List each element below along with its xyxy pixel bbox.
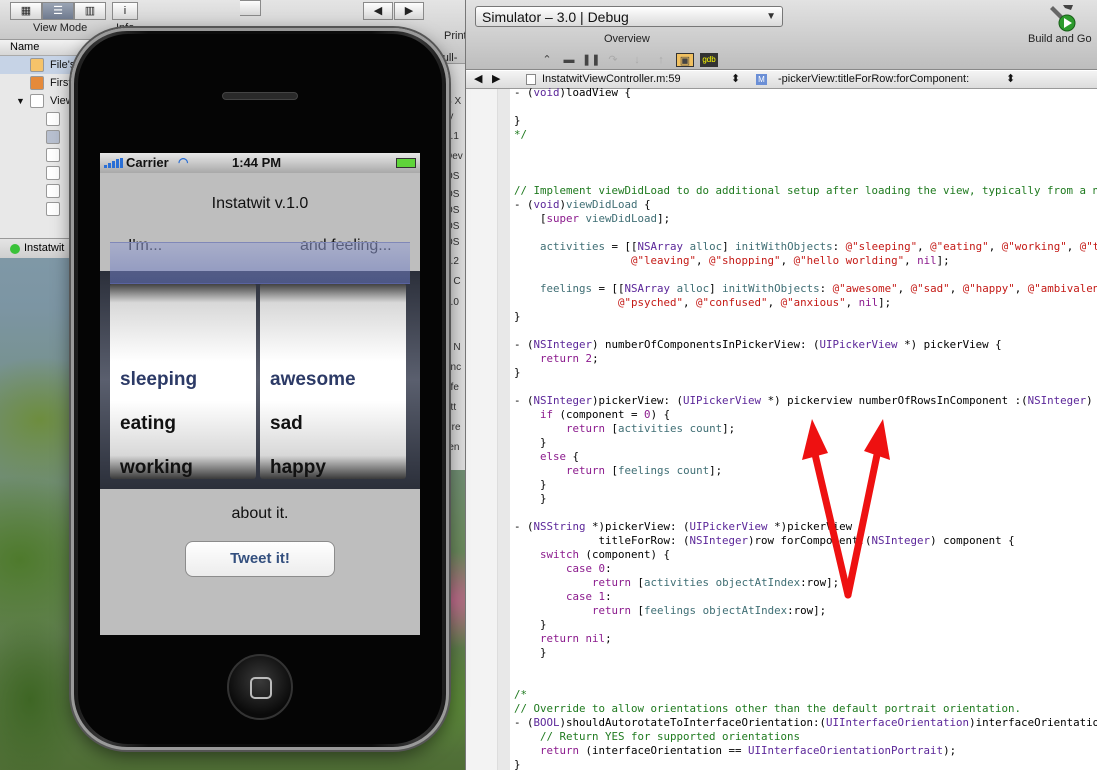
- status-dot-icon: [10, 244, 20, 254]
- editor-gutter[interactable]: [466, 89, 498, 770]
- cube-icon: [30, 76, 44, 90]
- signal-bars-icon: [104, 158, 123, 168]
- tweet-button[interactable]: Tweet it!: [185, 541, 335, 577]
- method-icon: M: [756, 74, 767, 85]
- picker-wheel-feeling[interactable]: awesome sad happy: [260, 283, 406, 479]
- cube-icon: [30, 58, 44, 72]
- app-title: Instatwit v.1.0: [211, 195, 309, 212]
- code-line[interactable]: return (interfaceOrientation == UIInterf…: [514, 744, 1097, 758]
- gdb-icon[interactable]: gdb: [700, 53, 718, 67]
- iphone-screen: Carrier ◠ 1:44 PM Instatwit v.1.0 I'm...…: [100, 153, 420, 635]
- activity-feeling-picker[interactable]: sleeping eating working awesome sad happy: [100, 271, 420, 489]
- code-line[interactable]: [514, 142, 1097, 156]
- code-line[interactable]: [514, 674, 1097, 688]
- code-line[interactable]: - (NSInteger)pickerView: (UIPickerView *…: [514, 394, 1097, 408]
- speaker-grille: [222, 92, 298, 100]
- picker-item[interactable]: working: [120, 457, 193, 479]
- code-line[interactable]: [514, 660, 1097, 674]
- info-button[interactable]: i: [112, 2, 138, 20]
- code-line[interactable]: [super viewDidLoad];: [514, 212, 1097, 226]
- view-mode-icons-button[interactable]: ▦: [10, 2, 42, 20]
- picker-item[interactable]: eating: [120, 413, 176, 435]
- code-line[interactable]: @"leaving", @"shopping", @"hello worldin…: [514, 254, 1097, 268]
- red-arrows-annotation: [802, 419, 890, 599]
- code-line[interactable]: }: [514, 758, 1097, 770]
- code-line[interactable]: [514, 226, 1097, 240]
- back-arrow-icon[interactable]: ◀: [474, 71, 482, 88]
- wifi-icon: ◠: [178, 155, 189, 169]
- code-line[interactable]: - (void)loadView {: [514, 86, 1097, 100]
- code-line[interactable]: [514, 268, 1097, 282]
- view-icon: [30, 94, 44, 108]
- code-line[interactable]: }: [514, 618, 1097, 632]
- subview-icon: [46, 148, 60, 162]
- picker-item[interactable]: happy: [270, 457, 326, 479]
- code-line[interactable]: // Return YES for supported orientations: [514, 730, 1097, 744]
- build-and-go-icon[interactable]: [1045, 2, 1079, 32]
- forward-arrow-icon[interactable]: ▶: [492, 71, 500, 88]
- feeling-label: and feeling...: [300, 237, 392, 254]
- step-out-icon[interactable]: ↑: [652, 53, 670, 67]
- clock: 1:44 PM: [232, 155, 282, 170]
- im-label: I'm...: [128, 237, 163, 254]
- back-button[interactable]: ◀: [363, 2, 393, 20]
- code-line[interactable]: return [feelings objectAtIndex:row];: [514, 604, 1097, 618]
- code-line[interactable]: [514, 380, 1097, 394]
- code-line[interactable]: /*: [514, 688, 1097, 702]
- code-line[interactable]: feelings = [[NSArray alloc] initWithObje…: [514, 282, 1097, 296]
- forward-button[interactable]: ▶: [394, 2, 424, 20]
- step-over-icon[interactable]: ↷: [604, 53, 622, 67]
- code-line[interactable]: // Implement viewDidLoad to do additiona…: [514, 184, 1097, 198]
- code-line[interactable]: return nil;: [514, 632, 1097, 646]
- build-and-go-label[interactable]: Build and Go: [1028, 33, 1092, 45]
- code-line[interactable]: }: [514, 366, 1097, 380]
- code-line[interactable]: @"psyched", @"confused", @"anxious", nil…: [514, 296, 1097, 310]
- code-line[interactable]: [514, 100, 1097, 114]
- code-line[interactable]: [514, 324, 1097, 338]
- pause-icon[interactable]: ❚❚: [582, 53, 600, 67]
- home-square-icon: [250, 677, 272, 699]
- picker-item[interactable]: sad: [270, 413, 303, 435]
- code-line[interactable]: return 2;: [514, 352, 1097, 366]
- code-line[interactable]: */: [514, 128, 1097, 142]
- code-line[interactable]: activities = [[NSArray alloc] initWithOb…: [514, 240, 1097, 254]
- subview-icon: [46, 166, 60, 180]
- code-line[interactable]: }: [514, 114, 1097, 128]
- overview-label: Overview: [604, 33, 650, 45]
- code-folding-ribbon[interactable]: [498, 89, 510, 770]
- code-line[interactable]: }: [514, 310, 1097, 324]
- subview-icon: [46, 112, 60, 126]
- breakpoints-icon[interactable]: ▬: [560, 53, 578, 67]
- subview-icon: [46, 130, 60, 144]
- picker-item[interactable]: sleeping: [120, 369, 197, 391]
- code-line[interactable]: }: [514, 646, 1097, 660]
- subview-icon: [46, 202, 60, 216]
- code-line[interactable]: [514, 156, 1097, 170]
- status-bar: Carrier ◠ 1:44 PM: [100, 153, 420, 173]
- carrier-label: Carrier: [126, 155, 169, 170]
- code-line[interactable]: [514, 170, 1097, 184]
- about-label: about it.: [231, 505, 289, 522]
- chevron-icon[interactable]: ⌃: [538, 53, 556, 67]
- picker-wheel-activity[interactable]: sleeping eating working: [110, 283, 256, 479]
- console-icon[interactable]: ▣: [676, 53, 694, 67]
- subview-icon: [46, 184, 60, 198]
- view-mode-columns-button[interactable]: ▥: [74, 2, 106, 20]
- chevron-down-icon: ▼: [766, 11, 776, 22]
- code-line[interactable]: // Override to allow orientations other …: [514, 702, 1097, 716]
- step-into-icon[interactable]: ↓: [628, 53, 646, 67]
- file-icon: [526, 74, 536, 85]
- home-button[interactable]: [227, 654, 293, 720]
- disclosure-triangle-icon[interactable]: ▼: [16, 92, 25, 110]
- active-sdk-select[interactable]: Simulator – 3.0 | Debug ▼: [475, 6, 783, 27]
- picker-item[interactable]: awesome: [270, 369, 356, 391]
- mid-label-print[interactable]: Print: [444, 30, 467, 42]
- battery-icon: [396, 158, 416, 168]
- code-line[interactable]: - (void)viewDidLoad {: [514, 198, 1097, 212]
- code-line[interactable]: - (BOOL)shouldAutorotateToInterfaceOrien…: [514, 716, 1097, 730]
- view-mode-list-button[interactable]: ☰: [42, 2, 74, 20]
- view-mode-label: View Mode: [33, 22, 88, 34]
- code-line[interactable]: - (NSInteger) numberOfComponentsInPicker…: [514, 338, 1097, 352]
